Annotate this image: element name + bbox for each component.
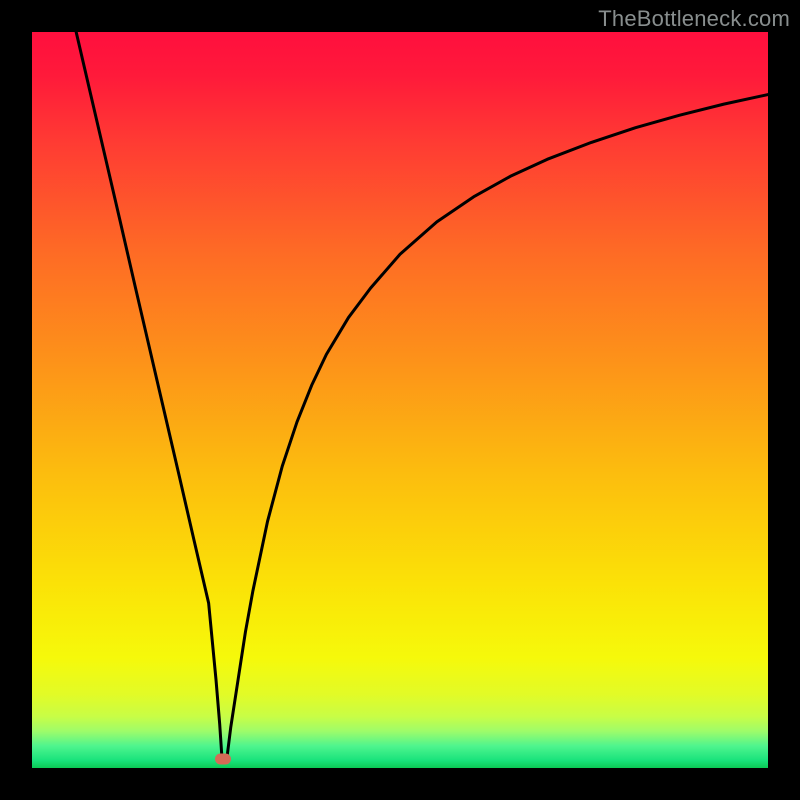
- curve-right-branch: [227, 95, 768, 757]
- watermark-text: TheBottleneck.com: [598, 6, 790, 32]
- plot-area: [32, 32, 768, 768]
- curve-left-branch: [76, 32, 222, 757]
- chart-frame: TheBottleneck.com: [0, 0, 800, 800]
- minimum-marker: [215, 754, 231, 765]
- bottleneck-curve: [32, 32, 768, 768]
